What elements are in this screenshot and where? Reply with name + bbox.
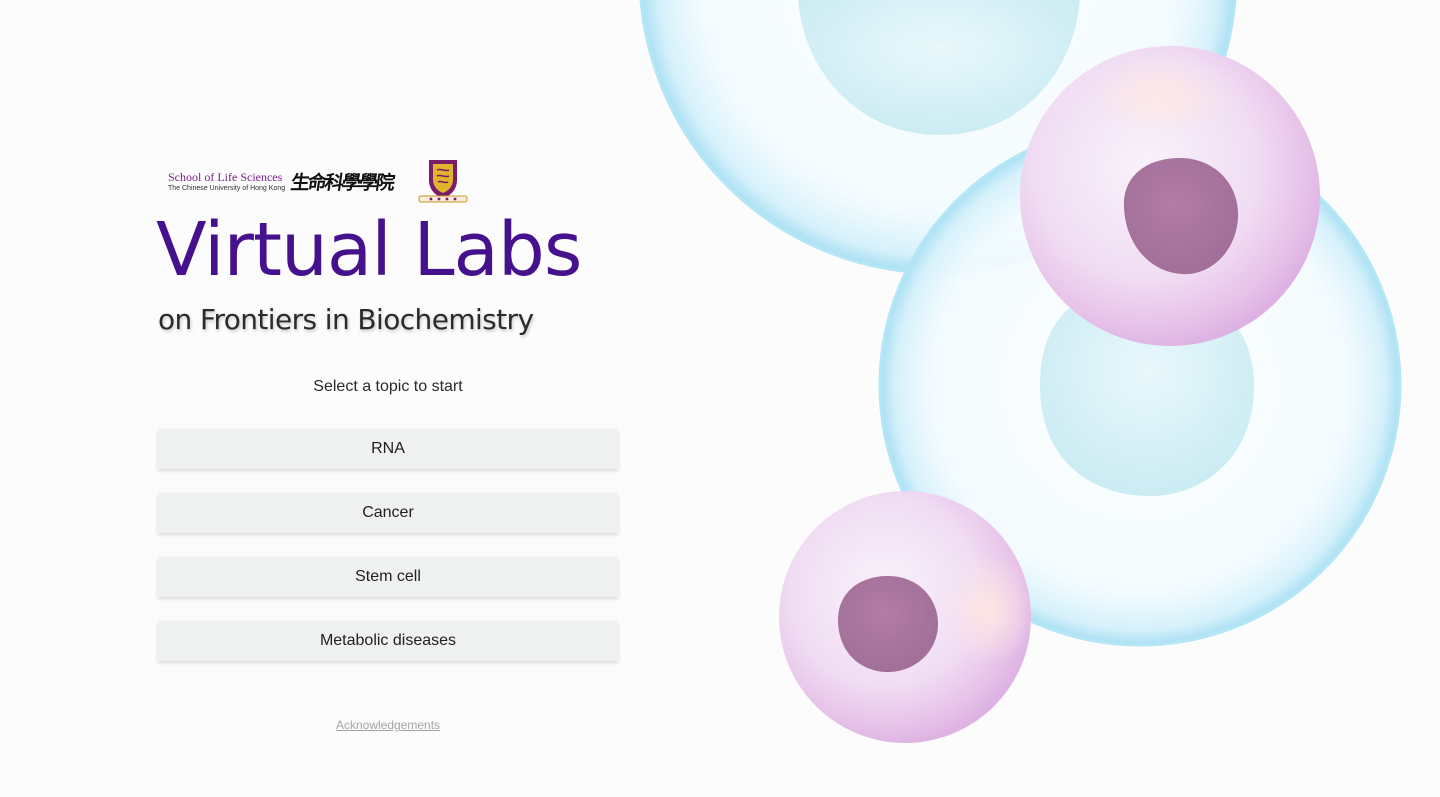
page-subtitle: on Frontiers in Biochemistry [158, 303, 534, 336]
topic-button-rna[interactable]: RNA [158, 429, 618, 469]
landing-page: School of Life Sciences The Chinese Univ… [0, 0, 1440, 797]
university-name: The Chinese University of Hong Kong [168, 184, 286, 192]
cell-illustration [639, 0, 1402, 743]
acknowledgements-link[interactable]: Acknowledgements [158, 717, 618, 733]
topic-button-cancer[interactable]: Cancer [158, 493, 618, 533]
topic-prompt: Select a topic to start [313, 378, 463, 395]
school-name-zh: 生命科學學院 [289, 171, 395, 194]
school-logo: School of Life Sciences The Chinese Univ… [168, 158, 469, 204]
cuhk-crest-icon [418, 160, 468, 203]
pink-cell-top [1020, 46, 1320, 346]
topic-button-stem-cell[interactable]: Stem cell [158, 557, 618, 597]
topic-button-metabolic-diseases[interactable]: Metabolic diseases [158, 621, 618, 661]
school-name-en: School of Life Sciences [168, 169, 283, 184]
page-title: Virtual Labs [156, 207, 582, 293]
school-wordmark: School of Life Sciences The Chinese Univ… [168, 171, 285, 192]
